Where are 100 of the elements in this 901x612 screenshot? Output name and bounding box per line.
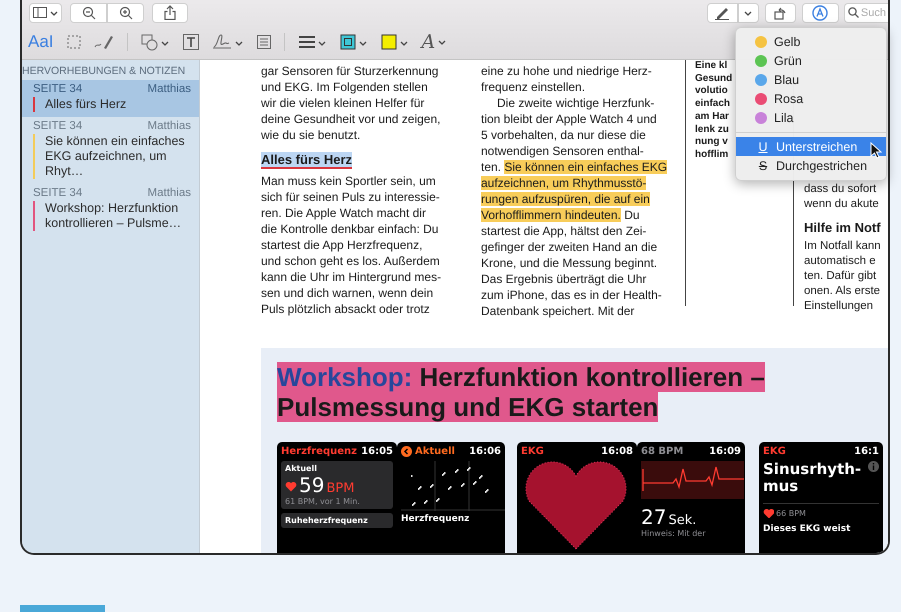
text-line: ten. Dafür gibt (804, 269, 878, 284)
text-line: automatisch e (804, 254, 877, 269)
annotation-text: Workshop: Herzfunktion kontrollieren – Pulsme… (45, 201, 182, 231)
color-menu-item[interactable]: Rosa (736, 89, 886, 108)
paragraph: gar Sensoren für Sturzerkennung und EKG. Im Folgenden stellen wir die vielen kleinen Helfer für deine Gesundheit vor und zeigen, wie du sie benutzt. (261, 63, 442, 143)
author-name: Matthias (148, 187, 191, 199)
text-line: am Har (695, 110, 729, 124)
result-text: Dieses EKG weist (763, 524, 852, 534)
annotation-text: Alles fürs Herz (45, 97, 126, 112)
zoom-out-button[interactable] (70, 2, 107, 22)
border-color-icon[interactable] (340, 33, 368, 51)
color-menu-item[interactable]: Gelb (736, 32, 886, 51)
pen-options-button[interactable] (738, 2, 759, 22)
paragraph: Die zweite wichtige Herzfunk- tion bleibt der Apple Watch 4 und 5 vorbehalten, da nur diese die notwendigen Sensoren enthal- ten. Sie können ein einfaches EKG aufzeichnen, um Rhythmusstö- rungen aufzuspüren, die auf ein Vorhofflimmern hindeuten. Du startest die App, hältst den Zei- gefinger der zweiten Hand an die Krone, und die Messung beginnt. Das Ergebnis überträgt die Uhr zum iPhone, das es in der Health- Datenbank speichert. Mit der (481, 95, 668, 319)
underline-icon: U (757, 140, 769, 154)
back-icon (401, 446, 412, 457)
page-label: SEITE 34 (33, 120, 82, 132)
zoom-in-button[interactable] (107, 2, 144, 22)
highlighted-heading: Alles fürs Herz (261, 152, 352, 169)
text-box-icon[interactable] (182, 34, 199, 50)
reading-label: Aktuell (285, 464, 318, 473)
annotation-item[interactable]: SEITE 34 Matthias Alles fürs Herz (22, 80, 199, 117)
reading-label: Ruheherzfrequenz (285, 516, 369, 525)
color-menu-item[interactable]: Lila (736, 108, 886, 127)
paragraph: eine zu hohe und niedrige Herz- frequenz einstellen. (481, 63, 653, 95)
screen-title: Herzfrequenz (281, 446, 357, 457)
text-line: Im Notfall kann (804, 239, 881, 254)
shapes-tool-icon[interactable] (140, 33, 170, 51)
screen-title: Aktuell (415, 446, 455, 457)
markup-button[interactable] (802, 2, 839, 22)
page-label: SEITE 34 (33, 187, 82, 199)
unit-label: Sek. (668, 513, 696, 528)
text-line: einfach (695, 98, 730, 111)
pen-button[interactable] (706, 2, 738, 22)
annotation-item[interactable]: SEITE 34 Matthias Workshop: Herzfunktion kontrollieren – Pulsme… (22, 184, 199, 236)
countdown-value: 27 (641, 505, 666, 529)
text-line: Einstellungen (804, 299, 874, 314)
workshop-title: Workshop: Herzfunktion kontrollieren – Pulsmessung und EKG starten (277, 362, 766, 422)
rectangle-selection-icon[interactable] (66, 35, 81, 49)
zoom-in-icon (118, 6, 132, 20)
search-icon (848, 7, 859, 18)
screen-time: 16:05 (361, 446, 393, 457)
screen-title: EKG (521, 446, 544, 457)
highlighted-text: Vorhofflimmern hindeuten. (481, 208, 621, 222)
info-icon (868, 461, 879, 472)
text-line: lenk zu (695, 124, 729, 136)
heart-icon (763, 508, 774, 518)
screen-title: 68 BPM (641, 446, 684, 457)
reading-note: 61 BPM, vor 1 Min. (285, 497, 361, 506)
highlighted-text: rungen aufzuspüren, die auf ein (481, 192, 650, 206)
mouse-pointer-icon (870, 142, 882, 159)
fill-color-icon[interactable] (380, 33, 409, 51)
author-name: Matthias (148, 83, 191, 95)
note-icon[interactable] (256, 35, 271, 49)
strikethrough-icon: S (757, 158, 769, 172)
line-style-icon[interactable] (298, 33, 327, 51)
screen-time: 16:06 (469, 446, 501, 457)
screen-time: 16:1 (854, 446, 879, 457)
text-line: hofflim (695, 148, 728, 162)
heart-rate-value: 59 (299, 473, 324, 497)
font-button[interactable]: A (422, 31, 448, 53)
pen-icon (714, 6, 730, 20)
color-menu-item[interactable]: Blau (736, 70, 886, 89)
text-line: onen. Als erste (804, 284, 881, 299)
heart-icon (285, 481, 297, 492)
rotate-icon (773, 6, 788, 20)
section-heading: Hilfe im Notf (804, 220, 881, 235)
text-line: wenn du akute (804, 197, 880, 212)
unit-label: BPM (326, 481, 354, 496)
chart-label: Herzfrequenz (401, 514, 470, 524)
annotation-text: Sie können ein einfaches EKG aufzeichnen, um Rhyt… (45, 134, 186, 179)
page-label: SEITE 34 (33, 83, 82, 95)
signature-icon[interactable] (212, 33, 244, 51)
share-button[interactable] (152, 2, 188, 22)
text-line: Gesund (695, 72, 732, 86)
paragraph: Man muss kein Sportler sein, um sich für seinen Puls zu interessie- ren. Die Apple Watch macht dir die Kontrolle denkbar einfach: Du startest die App Herzfrequenz, und schon geht es los. Außerdem kann die Uhr im Hintergrund mes- sen und dich warnen, wenn dein Puls plötzlich absackt oder trotz (261, 173, 442, 317)
highlighted-text: Sie können ein einfaches EKG (504, 160, 668, 174)
screen-title: EKG (763, 446, 786, 457)
screen-time: 16:09 (709, 446, 741, 457)
screen-time: 16:08 (601, 446, 633, 457)
text-line: Eine kl (695, 60, 728, 73)
rhythm-result: Sinusrhyth- mus (763, 461, 862, 495)
annotation-item[interactable]: SEITE 34 Matthias Sie können ein einfaches EKG aufzeichnen, um Rhyt… (22, 117, 199, 184)
highlighted-text: aufzeichnen, um Rhythmusstö- (481, 176, 646, 190)
sidebar-toggle-button[interactable] (29, 2, 62, 22)
author-name: Matthias (148, 120, 191, 132)
markup-icon (812, 4, 828, 20)
sidebar-heading: HERVORHEBUNGEN & NOTIZEN (22, 64, 186, 79)
sidebar-icon (32, 7, 46, 18)
sketch-icon[interactable] (94, 34, 114, 50)
color-menu-item[interactable]: Grün (736, 51, 886, 70)
share-icon (164, 5, 176, 20)
rotate-button[interactable] (764, 2, 796, 22)
style-menu-item[interactable]: S Durchgestrichen (736, 156, 886, 175)
bpm-reading: 66 BPM (776, 508, 806, 518)
text-line: nung v (695, 136, 728, 149)
text-line: volutio (695, 85, 728, 98)
text-line: dass du sofort (804, 182, 878, 197)
hint-text: Hinweis: Mit der (641, 529, 706, 538)
style-menu-item[interactable]: U Unterstreichen (736, 137, 886, 156)
